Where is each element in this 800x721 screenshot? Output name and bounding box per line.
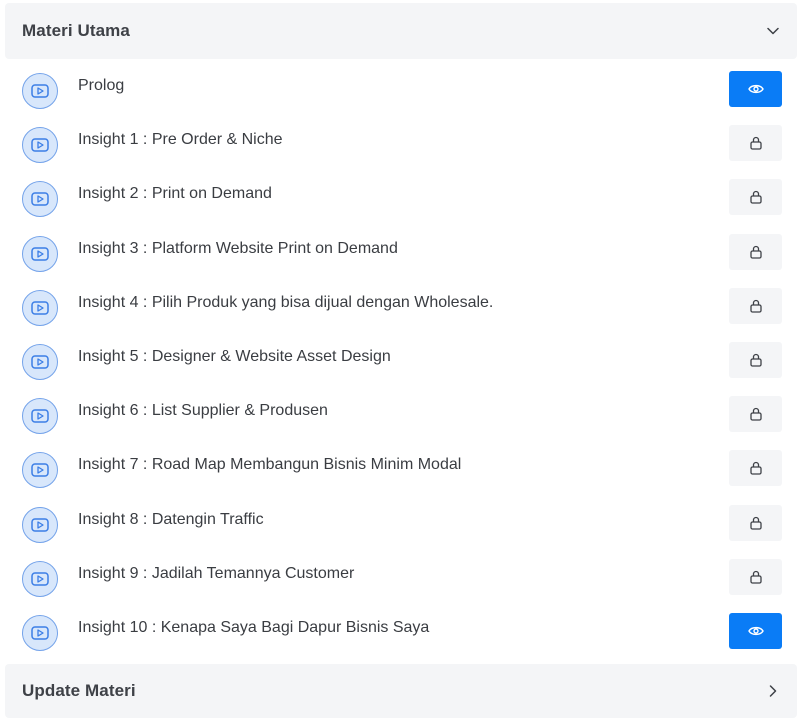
lesson-row[interactable]: Insight 8 : Datengin Traffic [0, 498, 800, 552]
lesson-row[interactable]: Insight 7 : Road Map Membangun Bisnis Mi… [0, 443, 800, 497]
locked-lesson-button[interactable] [729, 233, 782, 270]
section-title: Update Materi [22, 681, 136, 700]
lock-icon [749, 407, 762, 421]
lesson-row[interactable]: Insight 9 : Jadilah Temannya Customer [0, 552, 800, 606]
lesson-title: Prolog [78, 77, 125, 94]
video-play-icon [22, 506, 58, 543]
video-play-icon [22, 344, 58, 380]
section-header-materi-utama[interactable]: Materi Utama [5, 3, 797, 59]
lesson-row[interactable]: Insight 5 : Designer & Website Asset Des… [0, 335, 800, 389]
view-lesson-button[interactable] [729, 71, 782, 107]
lesson-title: Insight 3 : Platform Website Print on De… [78, 239, 398, 257]
lock-icon [749, 353, 762, 367]
lock-icon [749, 136, 762, 150]
lesson-title: Insight 2 : Print on Demand [78, 185, 272, 203]
video-play-icon [22, 615, 58, 651]
video-play-icon [22, 127, 58, 164]
lesson-title: Insight 7 : Road Map Membangun Bisnis Mi… [78, 456, 462, 474]
lesson-row[interactable]: Insight 6 : List Supplier & Produsen [0, 389, 800, 443]
lesson-title: Insight 8 : Datengin Traffic [78, 510, 264, 528]
video-play-icon [22, 452, 58, 489]
video-play-icon [22, 235, 58, 272]
locked-lesson-button[interactable] [729, 287, 782, 324]
lesson-row[interactable]: Insight 1 : Pre Order & Niche [0, 118, 800, 172]
view-lesson-button[interactable] [729, 613, 782, 649]
locked-lesson-button[interactable] [729, 450, 782, 487]
locked-lesson-button[interactable] [729, 179, 782, 216]
lesson-row[interactable]: Insight 4 : Pilih Produk yang bisa dijua… [0, 281, 800, 335]
video-play-icon [22, 181, 58, 218]
locked-lesson-button[interactable] [729, 504, 782, 541]
lesson-title: Insight 1 : Pre Order & Niche [78, 131, 283, 149]
locked-lesson-button[interactable] [729, 125, 782, 162]
lesson-row[interactable]: Prolog [0, 64, 800, 118]
video-play-icon [22, 73, 58, 109]
video-play-icon [22, 398, 58, 435]
chevron-down-icon [766, 24, 780, 38]
lesson-row[interactable]: Insight 3 : Platform Website Print on De… [0, 227, 800, 281]
eye-icon [747, 625, 764, 637]
chevron-right-icon [766, 684, 780, 698]
locked-lesson-button[interactable] [729, 342, 782, 378]
lesson-row[interactable]: Insight 10 : Kenapa Saya Bagi Dapur Bisn… [0, 606, 800, 660]
section-header-update-materi[interactable]: Update Materi [5, 664, 797, 718]
eye-icon [747, 83, 764, 95]
lock-icon [749, 190, 762, 205]
lock-icon [749, 299, 762, 313]
section-title: Materi Utama [22, 21, 130, 40]
lock-icon [749, 570, 762, 584]
locked-lesson-button[interactable] [729, 396, 782, 433]
lesson-row[interactable]: Insight 2 : Print on Demand [0, 172, 800, 226]
locked-lesson-button[interactable] [729, 558, 782, 595]
lock-icon [749, 516, 762, 530]
video-play-icon [22, 289, 58, 326]
lesson-title: Insight 5 : Designer & Website Asset Des… [78, 348, 391, 365]
lock-icon [749, 245, 762, 259]
lesson-title: Insight 9 : Jadilah Temannya Customer [78, 564, 355, 582]
lesson-title: Insight 4 : Pilih Produk yang bisa dijua… [78, 293, 494, 311]
lesson-title: Insight 6 : List Supplier & Produsen [78, 402, 328, 420]
lock-icon [749, 461, 762, 476]
video-play-icon [22, 560, 58, 597]
lesson-title: Insight 10 : Kenapa Saya Bagi Dapur Bisn… [78, 619, 430, 636]
